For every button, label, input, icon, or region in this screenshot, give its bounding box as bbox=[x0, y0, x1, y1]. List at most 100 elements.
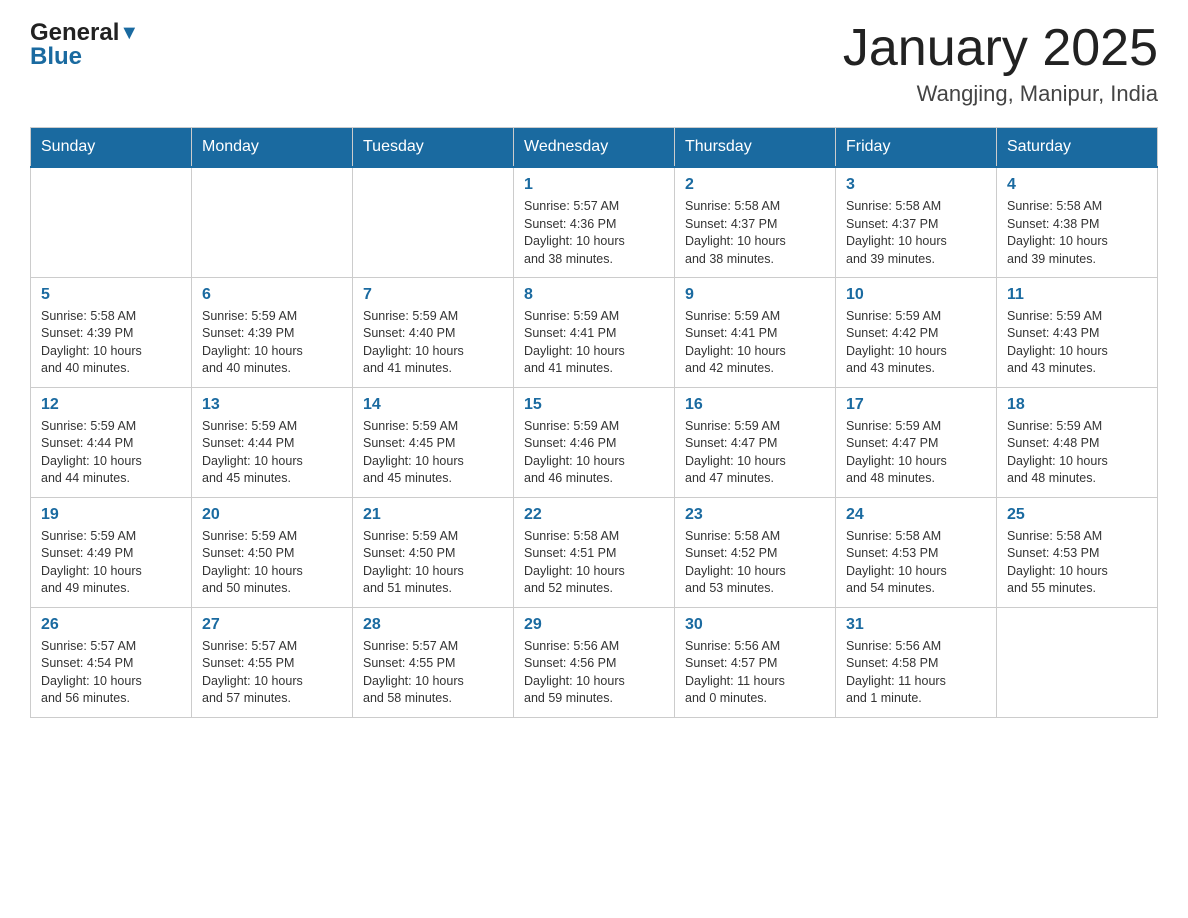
day-number: 24 bbox=[846, 506, 986, 524]
calendar-week-row: 26 Sunrise: 5:57 AM Sunset: 4:54 PM Dayli… bbox=[31, 607, 1158, 717]
calendar-week-row: 1Sunrise: 5:57 AM Sunset: 4:36 PM Daylig… bbox=[31, 167, 1158, 277]
calendar-cell: 27 Sunrise: 5:57 AM Sunset: 4:55 PM Dayli… bbox=[192, 607, 353, 717]
calendar-cell: 15 Sunrise: 5:59 AM Sunset: 4:46 PM Dayli… bbox=[514, 387, 675, 497]
day-info: Sunrise: 5:57 AM Sunset: 4:54 PM Dayligh… bbox=[41, 638, 181, 708]
logo-blue: Blue bbox=[30, 44, 139, 70]
day-info: Sunrise: 5:58 AM Sunset: 4:37 PM Dayligh… bbox=[846, 198, 986, 268]
header-day: Wednesday bbox=[514, 128, 675, 168]
calendar-cell: 11 Sunrise: 5:59 AM Sunset: 4:43 PM Dayli… bbox=[997, 277, 1158, 387]
day-info: Sunrise: 5:56 AM Sunset: 4:57 PM Dayligh… bbox=[685, 638, 825, 708]
calendar-cell: 6Sunrise: 5:59 AM Sunset: 4:39 PM Daylig… bbox=[192, 277, 353, 387]
day-info: Sunrise: 5:59 AM Sunset: 4:44 PM Dayligh… bbox=[202, 418, 342, 488]
day-info: Sunrise: 5:59 AM Sunset: 4:43 PM Dayligh… bbox=[1007, 308, 1147, 378]
header-day: Tuesday bbox=[353, 128, 514, 168]
day-info: Sunrise: 5:59 AM Sunset: 4:50 PM Dayligh… bbox=[363, 528, 503, 598]
day-number: 18 bbox=[1007, 396, 1147, 414]
day-info: Sunrise: 5:58 AM Sunset: 4:53 PM Dayligh… bbox=[1007, 528, 1147, 598]
day-number: 28 bbox=[363, 616, 503, 634]
calendar-cell: 14Sunrise: 5:59 AM Sunset: 4:45 PM Dayli… bbox=[353, 387, 514, 497]
day-number: 22 bbox=[524, 506, 664, 524]
day-info: Sunrise: 5:59 AM Sunset: 4:40 PM Dayligh… bbox=[363, 308, 503, 378]
calendar-subtitle: Wangjing, Manipur, India bbox=[843, 81, 1158, 107]
day-info: Sunrise: 5:59 AM Sunset: 4:47 PM Dayligh… bbox=[846, 418, 986, 488]
day-info: Sunrise: 5:59 AM Sunset: 4:42 PM Dayligh… bbox=[846, 308, 986, 378]
calendar-cell bbox=[192, 167, 353, 277]
day-info: Sunrise: 5:56 AM Sunset: 4:56 PM Dayligh… bbox=[524, 638, 664, 708]
calendar-body: 1Sunrise: 5:57 AM Sunset: 4:36 PM Daylig… bbox=[31, 167, 1158, 717]
page-header: General▼ Blue January 2025 Wangjing, Man… bbox=[30, 20, 1158, 107]
day-number: 5 bbox=[41, 286, 181, 304]
calendar-cell: 4 Sunrise: 5:58 AM Sunset: 4:38 PM Daylig… bbox=[997, 167, 1158, 277]
day-info: Sunrise: 5:59 AM Sunset: 4:48 PM Dayligh… bbox=[1007, 418, 1147, 488]
calendar-cell: 8Sunrise: 5:59 AM Sunset: 4:41 PM Daylig… bbox=[514, 277, 675, 387]
day-info: Sunrise: 5:58 AM Sunset: 4:51 PM Dayligh… bbox=[524, 528, 664, 598]
day-number: 20 bbox=[202, 506, 342, 524]
header-day: Thursday bbox=[675, 128, 836, 168]
calendar-cell: 10 Sunrise: 5:59 AM Sunset: 4:42 PM Dayli… bbox=[836, 277, 997, 387]
day-info: Sunrise: 5:59 AM Sunset: 4:46 PM Dayligh… bbox=[524, 418, 664, 488]
calendar-cell: 28 Sunrise: 5:57 AM Sunset: 4:55 PM Dayli… bbox=[353, 607, 514, 717]
calendar-week-row: 5 Sunrise: 5:58 AM Sunset: 4:39 PM Daylig… bbox=[31, 277, 1158, 387]
day-number: 6 bbox=[202, 286, 342, 304]
day-info: Sunrise: 5:57 AM Sunset: 4:55 PM Dayligh… bbox=[202, 638, 342, 708]
calendar-cell: 22 Sunrise: 5:58 AM Sunset: 4:51 PM Dayli… bbox=[514, 497, 675, 607]
calendar-header: SundayMondayTuesdayWednesdayThursdayFrid… bbox=[31, 128, 1158, 168]
day-number: 19 bbox=[41, 506, 181, 524]
day-info: Sunrise: 5:59 AM Sunset: 4:47 PM Dayligh… bbox=[685, 418, 825, 488]
calendar-cell: 26 Sunrise: 5:57 AM Sunset: 4:54 PM Dayli… bbox=[31, 607, 192, 717]
day-number: 31 bbox=[846, 616, 986, 634]
day-number: 16 bbox=[685, 396, 825, 414]
header-day: Friday bbox=[836, 128, 997, 168]
calendar-cell: 7Sunrise: 5:59 AM Sunset: 4:40 PM Daylig… bbox=[353, 277, 514, 387]
calendar-cell: 19 Sunrise: 5:59 AM Sunset: 4:49 PM Dayli… bbox=[31, 497, 192, 607]
calendar-cell: 16 Sunrise: 5:59 AM Sunset: 4:47 PM Dayli… bbox=[675, 387, 836, 497]
calendar-cell: 1Sunrise: 5:57 AM Sunset: 4:36 PM Daylig… bbox=[514, 167, 675, 277]
calendar-cell: 21 Sunrise: 5:59 AM Sunset: 4:50 PM Dayli… bbox=[353, 497, 514, 607]
calendar-title: January 2025 bbox=[843, 20, 1158, 77]
header-day: Saturday bbox=[997, 128, 1158, 168]
title-block: January 2025 Wangjing, Manipur, India bbox=[843, 20, 1158, 107]
day-number: 29 bbox=[524, 616, 664, 634]
day-number: 15 bbox=[524, 396, 664, 414]
calendar-cell: 13Sunrise: 5:59 AM Sunset: 4:44 PM Dayli… bbox=[192, 387, 353, 497]
calendar-cell: 29 Sunrise: 5:56 AM Sunset: 4:56 PM Dayli… bbox=[514, 607, 675, 717]
day-number: 9 bbox=[685, 286, 825, 304]
day-info: Sunrise: 5:59 AM Sunset: 4:41 PM Dayligh… bbox=[524, 308, 664, 378]
day-number: 14 bbox=[363, 396, 503, 414]
day-number: 30 bbox=[685, 616, 825, 634]
day-number: 23 bbox=[685, 506, 825, 524]
calendar-table: SundayMondayTuesdayWednesdayThursdayFrid… bbox=[30, 127, 1158, 718]
calendar-week-row: 19 Sunrise: 5:59 AM Sunset: 4:49 PM Dayli… bbox=[31, 497, 1158, 607]
day-info: Sunrise: 5:59 AM Sunset: 4:49 PM Dayligh… bbox=[41, 528, 181, 598]
day-info: Sunrise: 5:57 AM Sunset: 4:55 PM Dayligh… bbox=[363, 638, 503, 708]
day-info: Sunrise: 5:56 AM Sunset: 4:58 PM Dayligh… bbox=[846, 638, 986, 708]
day-info: Sunrise: 5:59 AM Sunset: 4:41 PM Dayligh… bbox=[685, 308, 825, 378]
day-number: 10 bbox=[846, 286, 986, 304]
day-number: 3 bbox=[846, 176, 986, 194]
day-info: Sunrise: 5:58 AM Sunset: 4:37 PM Dayligh… bbox=[685, 198, 825, 268]
day-number: 21 bbox=[363, 506, 503, 524]
day-number: 12 bbox=[41, 396, 181, 414]
day-info: Sunrise: 5:58 AM Sunset: 4:52 PM Dayligh… bbox=[685, 528, 825, 598]
calendar-cell: 17 Sunrise: 5:59 AM Sunset: 4:47 PM Dayli… bbox=[836, 387, 997, 497]
day-number: 17 bbox=[846, 396, 986, 414]
day-info: Sunrise: 5:58 AM Sunset: 4:38 PM Dayligh… bbox=[1007, 198, 1147, 268]
calendar-cell: 25 Sunrise: 5:58 AM Sunset: 4:53 PM Dayli… bbox=[997, 497, 1158, 607]
day-number: 25 bbox=[1007, 506, 1147, 524]
calendar-cell: 12Sunrise: 5:59 AM Sunset: 4:44 PM Dayli… bbox=[31, 387, 192, 497]
day-info: Sunrise: 5:58 AM Sunset: 4:39 PM Dayligh… bbox=[41, 308, 181, 378]
calendar-cell: 2Sunrise: 5:58 AM Sunset: 4:37 PM Daylig… bbox=[675, 167, 836, 277]
calendar-cell: 9 Sunrise: 5:59 AM Sunset: 4:41 PM Daylig… bbox=[675, 277, 836, 387]
logo-arrow-icon: ▼ bbox=[119, 22, 139, 44]
day-number: 11 bbox=[1007, 286, 1147, 304]
calendar-cell: 5 Sunrise: 5:58 AM Sunset: 4:39 PM Daylig… bbox=[31, 277, 192, 387]
day-number: 4 bbox=[1007, 176, 1147, 194]
day-info: Sunrise: 5:59 AM Sunset: 4:50 PM Dayligh… bbox=[202, 528, 342, 598]
header-day: Sunday bbox=[31, 128, 192, 168]
calendar-cell: 24Sunrise: 5:58 AM Sunset: 4:53 PM Dayli… bbox=[836, 497, 997, 607]
day-number: 26 bbox=[41, 616, 181, 634]
calendar-cell: 3 Sunrise: 5:58 AM Sunset: 4:37 PM Daylig… bbox=[836, 167, 997, 277]
header-row: SundayMondayTuesdayWednesdayThursdayFrid… bbox=[31, 128, 1158, 168]
day-number: 27 bbox=[202, 616, 342, 634]
calendar-cell bbox=[31, 167, 192, 277]
